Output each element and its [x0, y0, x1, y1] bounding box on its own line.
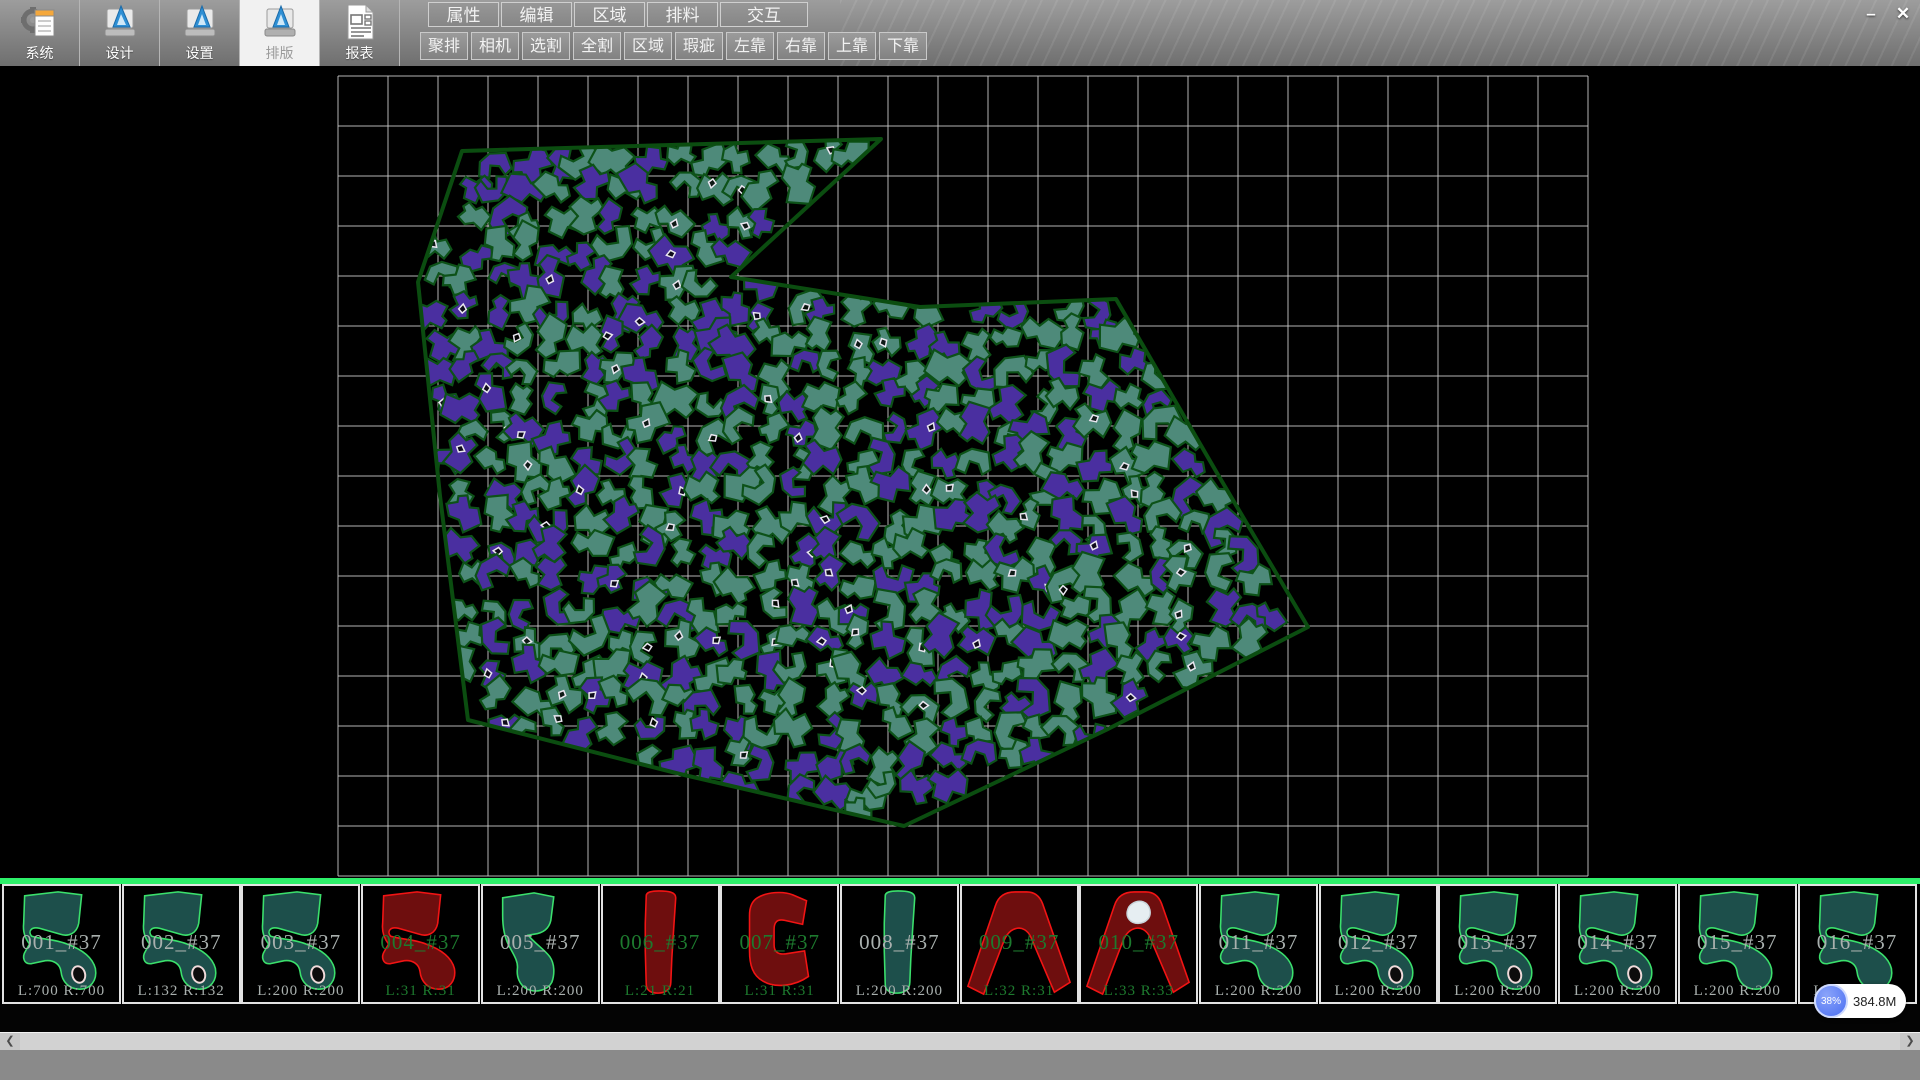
design-board-icon — [100, 2, 140, 42]
piece-lr-count-label: L:32 R:31 — [962, 983, 1077, 1000]
nav-item-label: 系统 — [26, 43, 54, 63]
piece-id-label: 007_#37 — [722, 930, 837, 955]
menu-tab-属性[interactable]: 属性 — [428, 2, 499, 27]
piece-id-label: 014_#37 — [1560, 930, 1675, 955]
tool-button-瑕疵[interactable]: 瑕疵 — [675, 32, 723, 60]
nested-pieces-layer — [409, 133, 1289, 832]
horizontal-scrollbar[interactable]: ❮ ❯ — [0, 1032, 1920, 1050]
piece-lr-count-label: L:200 R:200 — [842, 983, 957, 1000]
menu-tab-row: 属性编辑区域排料交互 — [428, 2, 808, 27]
nav-item-label: 排版 — [266, 43, 294, 63]
piece-id-label: 012_#37 — [1321, 930, 1436, 955]
menu-tab-排料[interactable]: 排料 — [647, 2, 718, 27]
piece-thumbnail-010_#37[interactable]: 010_#37 L:33 R:33 — [1079, 884, 1198, 1004]
scroll-left-arrow-icon[interactable]: ❮ — [0, 1033, 20, 1050]
piece-thumbnail-006_#37[interactable]: 006_#37 L:21 R:21 — [601, 884, 720, 1004]
nav-item-label: 报表 — [346, 43, 374, 63]
minimize-button[interactable]: – — [1858, 2, 1884, 26]
tool-button-全割[interactable]: 全割 — [573, 32, 621, 60]
piece-thumbnail-007_#37[interactable]: 007_#37 L:31 R:31 — [720, 884, 839, 1004]
piece-thumbnail-001_#37[interactable]: 001_#37 L:700 R:700 — [2, 884, 121, 1004]
piece-id-label: 002_#37 — [124, 930, 239, 955]
piece-id-label: 010_#37 — [1081, 930, 1196, 955]
piece-lr-count-label: L:200 R:200 — [243, 983, 358, 1000]
piece-thumbnail-013_#37[interactable]: 013_#37 L:200 R:200 — [1438, 884, 1557, 1004]
piece-thumbnail-015_#37[interactable]: 015_#37 L:200 R:200 — [1678, 884, 1797, 1004]
piece-thumbnail-strip: 001_#37L:700 R:700002_#37L:132 R:132003_… — [0, 884, 1920, 1004]
nav-item-settings-board[interactable]: 设置 — [160, 0, 240, 66]
piece-lr-count-label: L:200 R:200 — [1201, 983, 1316, 1000]
toolbar-hatch-texture — [840, 0, 1920, 66]
tool-button-row: 聚排相机选割全割区域瑕疵左靠右靠上靠下靠 — [420, 32, 927, 60]
piece-thumbnail-009_#37[interactable]: 009_#37 L:32 R:31 — [960, 884, 1079, 1004]
piece-thumbnail-002_#37[interactable]: 002_#37 L:132 R:132 — [122, 884, 241, 1004]
tool-button-右靠[interactable]: 右靠 — [777, 32, 825, 60]
piece-lr-count-label: L:31 R:31 — [363, 983, 478, 1000]
nesting-board-icon — [260, 2, 300, 42]
report-icon — [340, 2, 380, 42]
menu-tab-区域[interactable]: 区域 — [574, 2, 645, 27]
bottom-gap-strip — [0, 1004, 1920, 1032]
piece-lr-count-label: L:200 R:200 — [1321, 983, 1436, 1000]
tool-button-下靠[interactable]: 下靠 — [879, 32, 927, 60]
piece-lr-count-label: L:21 R:21 — [603, 983, 718, 1000]
piece-id-label: 005_#37 — [483, 930, 598, 955]
tool-button-左靠[interactable]: 左靠 — [726, 32, 774, 60]
piece-lr-count-label: L:700 R:700 — [4, 983, 119, 1000]
piece-thumbnail-005_#37[interactable]: 005_#37 L:200 R:200 — [481, 884, 600, 1004]
piece-lr-count-label: L:200 R:200 — [1680, 983, 1795, 1000]
piece-id-label: 011_#37 — [1201, 930, 1316, 955]
piece-id-label: 009_#37 — [962, 930, 1077, 955]
nav-item-gear-doc[interactable]: 系统 — [0, 0, 80, 66]
bottom-status-bar — [0, 1050, 1920, 1080]
nav-item-design-board[interactable]: 设计 — [80, 0, 160, 66]
menu-tab-交互[interactable]: 交互 — [720, 2, 808, 27]
nav-bar: 系统 设计 设置 排版 报表 — [0, 0, 400, 66]
piece-lr-count-label: L:200 R:200 — [483, 983, 598, 1000]
piece-id-label: 001_#37 — [4, 930, 119, 955]
piece-id-label: 003_#37 — [243, 930, 358, 955]
piece-id-label: 016_#37 — [1800, 930, 1915, 955]
progress-badge[interactable]: 38% 384.8M — [1814, 984, 1906, 1018]
main-toolbar: 系统设计设置排版报表 属性编辑区域排料交互 聚排相机选割全割区域瑕疵左靠右靠上靠… — [0, 0, 1920, 67]
tool-button-相机[interactable]: 相机 — [471, 32, 519, 60]
window-controls: – ✕ — [1858, 2, 1916, 26]
piece-lr-count-label: L:33 R:33 — [1081, 983, 1196, 1000]
piece-thumbnail-008_#37[interactable]: 008_#37 L:200 R:200 — [840, 884, 959, 1004]
close-button[interactable]: ✕ — [1890, 2, 1916, 26]
nav-item-label: 设计 — [106, 43, 134, 63]
nesting-canvas[interactable] — [0, 66, 1920, 878]
piece-id-label: 008_#37 — [842, 930, 957, 955]
nesting-canvas-svg — [0, 66, 1920, 878]
piece-thumbnail-011_#37[interactable]: 011_#37 L:200 R:200 — [1199, 884, 1318, 1004]
nav-item-label: 设置 — [186, 43, 214, 63]
piece-thumbnail-012_#37[interactable]: 012_#37 L:200 R:200 — [1319, 884, 1438, 1004]
tool-button-区域[interactable]: 区域 — [624, 32, 672, 60]
piece-thumbnail-004_#37[interactable]: 004_#37 L:31 R:31 — [361, 884, 480, 1004]
progress-size-label: 384.8M — [1853, 994, 1896, 1009]
progress-percent-circle: 38% — [1814, 984, 1848, 1018]
tool-button-选割[interactable]: 选割 — [522, 32, 570, 60]
nav-item-report[interactable]: 报表 — [320, 0, 400, 66]
piece-thumbnail-014_#37[interactable]: 014_#37 L:200 R:200 — [1558, 884, 1677, 1004]
settings-board-icon — [180, 2, 220, 42]
piece-lr-count-label: L:200 R:200 — [1560, 983, 1675, 1000]
piece-lr-count-label: L:132 R:132 — [124, 983, 239, 1000]
piece-id-label: 006_#37 — [603, 930, 718, 955]
piece-lr-count-label: L:200 R:200 — [1440, 983, 1555, 1000]
piece-lr-count-label: L:31 R:31 — [722, 983, 837, 1000]
tool-button-聚排[interactable]: 聚排 — [420, 32, 468, 60]
tool-button-上靠[interactable]: 上靠 — [828, 32, 876, 60]
piece-thumbnail-003_#37[interactable]: 003_#37 L:200 R:200 — [241, 884, 360, 1004]
piece-id-label: 015_#37 — [1680, 930, 1795, 955]
nav-item-nesting-board[interactable]: 排版 — [240, 0, 320, 66]
scroll-right-arrow-icon[interactable]: ❯ — [1900, 1033, 1920, 1050]
menu-tab-编辑[interactable]: 编辑 — [501, 2, 572, 27]
gear-doc-icon — [20, 2, 60, 42]
piece-id-label: 004_#37 — [363, 930, 478, 955]
piece-id-label: 013_#37 — [1440, 930, 1555, 955]
